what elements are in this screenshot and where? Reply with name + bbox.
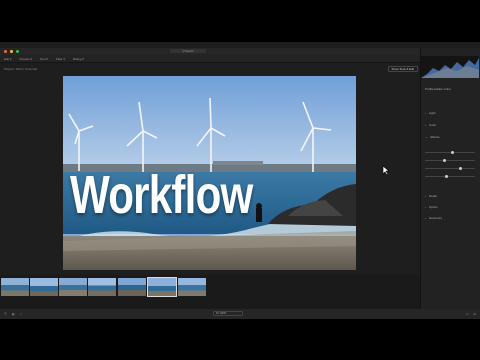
chevron-right-icon: › [425, 194, 426, 198]
section-optics[interactable]: › Optics [425, 205, 477, 209]
chevron-down-icon: ⌄ [425, 135, 428, 139]
show-tools-button[interactable]: Show Tools & Edit [387, 66, 418, 72]
histogram [421, 56, 479, 78]
section-detail[interactable]: › Detail [425, 194, 477, 198]
filmstrip-thumb-selected[interactable] [147, 277, 177, 297]
edit-panel: Profile Adobe Color › Light › Color ⌄ Ef… [420, 48, 480, 319]
section-light[interactable]: › Light [425, 111, 477, 115]
window-titlebar: Q Search [0, 48, 480, 55]
section-color[interactable]: › Color [425, 123, 477, 127]
chevron-right-icon: › [425, 123, 426, 127]
slider-shadows[interactable] [425, 175, 475, 178]
filmstrip-thumb[interactable] [118, 278, 146, 296]
close-window-button[interactable] [4, 50, 7, 53]
profile-label: Profile Adobe Color [425, 87, 451, 91]
slider-highlights[interactable] [425, 167, 475, 170]
zoom-window-button[interactable] [16, 50, 19, 53]
overlay-title: Workflow [70, 165, 253, 225]
zoom-select[interactable]: Fit 100% [213, 311, 243, 316]
section-light-label: Light [429, 111, 436, 115]
search-input[interactable]: Q Search [170, 49, 206, 53]
slider-handle[interactable] [443, 159, 446, 162]
chevron-right-icon: › [425, 216, 426, 220]
bottom-bar: ☰ ▦ ☆ Fit 100% ⊡ ⊞ [0, 309, 480, 319]
filmstrip-thumb[interactable] [59, 278, 87, 296]
section-geometry[interactable]: › Geometry [425, 216, 477, 220]
slider-handle[interactable] [451, 151, 454, 154]
slider-contrast[interactable] [425, 159, 475, 162]
lightroom-window: Q Search Edit ▾ Presets ▾ Sort ▾ Filter … [0, 42, 480, 319]
chevron-right-icon: › [425, 205, 426, 209]
section-effects[interactable]: ⌄ Effects [425, 135, 477, 139]
chevron-right-icon: › [425, 111, 426, 115]
filmstrip-thumb[interactable] [30, 278, 58, 296]
toolbar-sort[interactable]: Sort ▾ [40, 57, 48, 61]
toolbar-filter[interactable]: Filter ▾ [56, 57, 65, 61]
slider-handle[interactable] [445, 175, 448, 178]
filmstrip-thumb[interactable] [88, 278, 116, 296]
survey-icon[interactable]: ⊞ [473, 312, 476, 316]
slider-exposure[interactable] [425, 151, 475, 154]
minimize-window-button[interactable] [10, 50, 13, 53]
filmstrip [0, 275, 420, 309]
section-geometry-label: Geometry [429, 216, 443, 220]
toolbar-edit[interactable]: Edit ▾ [4, 57, 12, 61]
toolbar-presets[interactable]: Presets ▾ [20, 57, 33, 61]
section-detail-label: Detail [429, 194, 437, 198]
breadcrumb[interactable]: Photos / 2024 / Unsorted [4, 67, 37, 71]
main-photo[interactable]: Workflow [63, 76, 356, 270]
mouse-pointer-icon [382, 165, 390, 176]
section-color-label: Color [429, 123, 437, 127]
grid-view-icon[interactable]: ▦ [12, 312, 15, 316]
profile-row[interactable]: Profile Adobe Color [425, 87, 477, 91]
star-icon[interactable]: ☆ [20, 312, 23, 316]
toolbar-rating[interactable]: Rating ▾ [73, 57, 84, 61]
slider-handle[interactable] [459, 167, 462, 170]
top-toolbar: Edit ▾ Presets ▾ Sort ▾ Filter ▾ Rating … [0, 55, 420, 63]
filmstrip-thumb[interactable] [1, 278, 29, 296]
section-optics-label: Optics [429, 205, 438, 209]
sub-toolbar: Photos / 2024 / Unsorted Show Tools & Ed… [0, 63, 420, 75]
section-effects-label: Effects [430, 135, 440, 139]
filmstrip-thumb[interactable] [178, 278, 206, 296]
compare-icon[interactable]: ⊡ [466, 312, 469, 316]
list-view-icon[interactable]: ☰ [4, 312, 7, 316]
